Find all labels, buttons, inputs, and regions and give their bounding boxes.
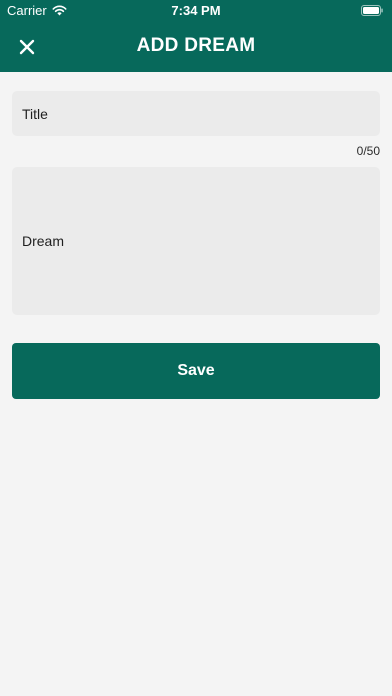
- character-counter: 0/50: [356, 144, 380, 158]
- dream-input[interactable]: [22, 232, 370, 250]
- page-title: ADD DREAM: [136, 35, 256, 56]
- save-button[interactable]: Save: [12, 343, 380, 399]
- title-input[interactable]: [22, 105, 370, 122]
- header: Carrier 7:34 PM ADD DREAM: [0, 0, 392, 72]
- dream-field[interactable]: [12, 167, 380, 315]
- status-time: 7:34 PM: [171, 3, 221, 18]
- nav-bar: ADD DREAM: [0, 22, 392, 72]
- status-bar: Carrier 7:34 PM: [0, 0, 392, 22]
- title-field[interactable]: [12, 91, 380, 136]
- battery-icon: [361, 5, 383, 16]
- app-screen: Carrier 7:34 PM ADD DREAM Title 0/50 Dre…: [0, 0, 392, 696]
